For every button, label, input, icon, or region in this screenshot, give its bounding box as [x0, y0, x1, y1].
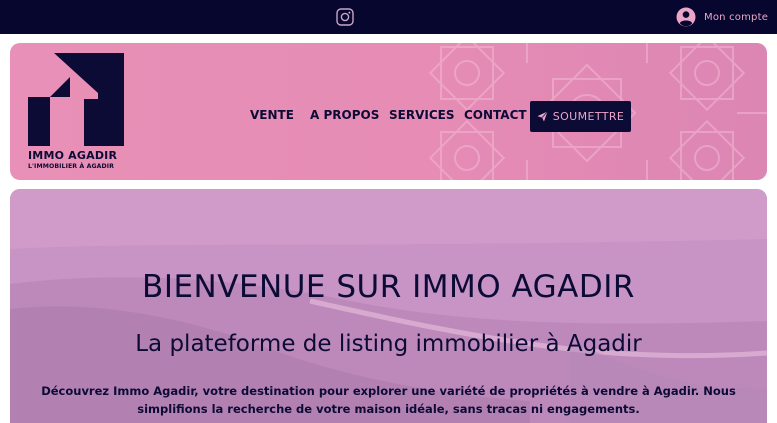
account-link[interactable]: Mon compte: [676, 7, 768, 27]
submit-listing-label: SOUMETTRE: [552, 110, 625, 123]
nav-a-propos[interactable]: A PROPOS: [310, 108, 379, 122]
hero-subtitle: La plateforme de listing immobilier à Ag…: [135, 331, 642, 357]
nav-services[interactable]: SERVICES: [389, 108, 454, 122]
nav-contact[interactable]: CONTACT: [464, 108, 527, 122]
user-circle-icon: [676, 7, 696, 27]
top-bar: Mon compte: [0, 0, 777, 34]
paper-plane-icon: [537, 111, 548, 122]
site-header: IMMO AGADIR L'IMMOBILIER À AGADIR VENTE …: [10, 43, 767, 180]
hero-section: BIENVENUE SUR IMMO AGADIR La plateforme …: [10, 189, 767, 423]
hero-description: Découvrez Immo Agadir, votre destination…: [41, 384, 736, 416]
brand-tagline: L'IMMOBILIER À AGADIR: [28, 163, 115, 170]
nav-vente[interactable]: VENTE: [250, 108, 294, 122]
submit-listing-button[interactable]: SOUMETTRE: [530, 101, 631, 132]
instagram-icon[interactable]: [336, 8, 354, 26]
hero-title: BIENVENUE SUR IMMO AGADIR: [142, 269, 635, 305]
brand-wordmark: IMMO AGADIR L'IMMOBILIER À AGADIR: [28, 149, 128, 170]
account-label: Mon compte: [704, 11, 769, 23]
brand-name: IMMO AGADIR: [28, 149, 118, 162]
